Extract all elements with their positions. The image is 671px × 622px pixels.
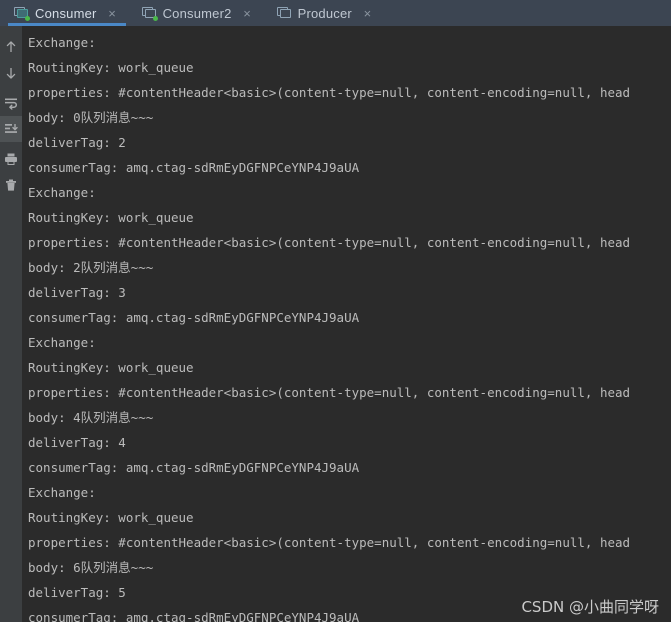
close-icon[interactable]: × [242,7,253,20]
console-line: body: 6队列消息~~~ [28,560,154,575]
scroll-to-end-icon [4,122,18,136]
console-line: RoutingKey: work_queue [28,210,194,225]
console-line: Exchange: [28,185,96,200]
print-button[interactable] [0,146,22,172]
console-line: deliverTag: 3 [28,285,126,300]
console-line: deliverTag: 5 [28,585,126,600]
console-line: body: 0队列消息~~~ [28,110,154,125]
console-line: Exchange: [28,35,96,50]
console-line: body: 4队列消息~~~ [28,410,154,425]
up-arrow-icon [4,40,18,54]
console-toolbar [0,26,22,622]
print-icon [4,152,18,166]
close-icon[interactable]: × [362,7,373,20]
console-line: consumerTag: amq.ctag-sdRmEyDGFNPCeYNP4J… [28,160,360,175]
console-line: RoutingKey: work_queue [28,60,194,75]
console-line: consumerTag: amq.ctag-sdRmEyDGFNPCeYNP4J… [28,310,360,325]
close-icon[interactable]: × [107,7,118,20]
console-line: properties: #contentHeader<basic>(conten… [28,385,631,400]
console-line: Exchange: [28,335,96,350]
console-line: deliverTag: 4 [28,435,126,450]
tab-consumer2[interactable]: Consumer2 × [128,0,263,26]
console-line: Exchange: [28,485,96,500]
soft-wrap-icon [4,96,18,110]
soft-wrap-button[interactable] [0,90,22,116]
run-configuration-icon [141,6,158,21]
up-arrow-button[interactable] [0,34,22,60]
tab-bar: Consumer × Consumer2 × Producer × [0,0,671,26]
scroll-to-end-button[interactable] [0,116,22,142]
tab-label: Consumer2 [162,5,232,21]
console-line: consumerTag: amq.ctag-sdRmEyDGFNPCeYNP4J… [28,460,360,475]
trash-icon [4,178,18,192]
tab-label: Consumer [35,5,97,21]
console-output[interactable]: Exchange: RoutingKey: work_queue propertie… [22,26,671,622]
console-line: properties: #contentHeader<basic>(conten… [28,235,631,250]
console-line: RoutingKey: work_queue [28,510,194,525]
console-line: deliverTag: 2 [28,135,126,150]
run-status-dot [25,15,30,21]
console-line: RoutingKey: work_queue [28,360,194,375]
console-line: consumerTag: amq.ctag-sdRmEyDGFNPCeYNP4J… [28,610,360,622]
tab-label: Producer [297,5,352,21]
run-configuration-icon [276,6,292,20]
console-line: body: 2队列消息~~~ [28,260,154,275]
run-configuration-icon [14,6,30,21]
run-status-dot [152,15,158,21]
trash-button[interactable] [0,172,22,198]
icon-frame-front [279,8,291,18]
run-console-window: Consumer × Consumer2 × Producer × Exchange: Ro… [0,0,671,622]
console-line: properties: #contentHeader<basic>(conten… [28,85,631,100]
console-line: properties: #contentHeader<basic>(conten… [28,535,631,550]
tab-producer[interactable]: Producer × [263,0,383,26]
down-arrow-icon [4,66,18,80]
down-arrow-button[interactable] [0,60,22,86]
tab-consumer[interactable]: Consumer × [0,0,128,26]
